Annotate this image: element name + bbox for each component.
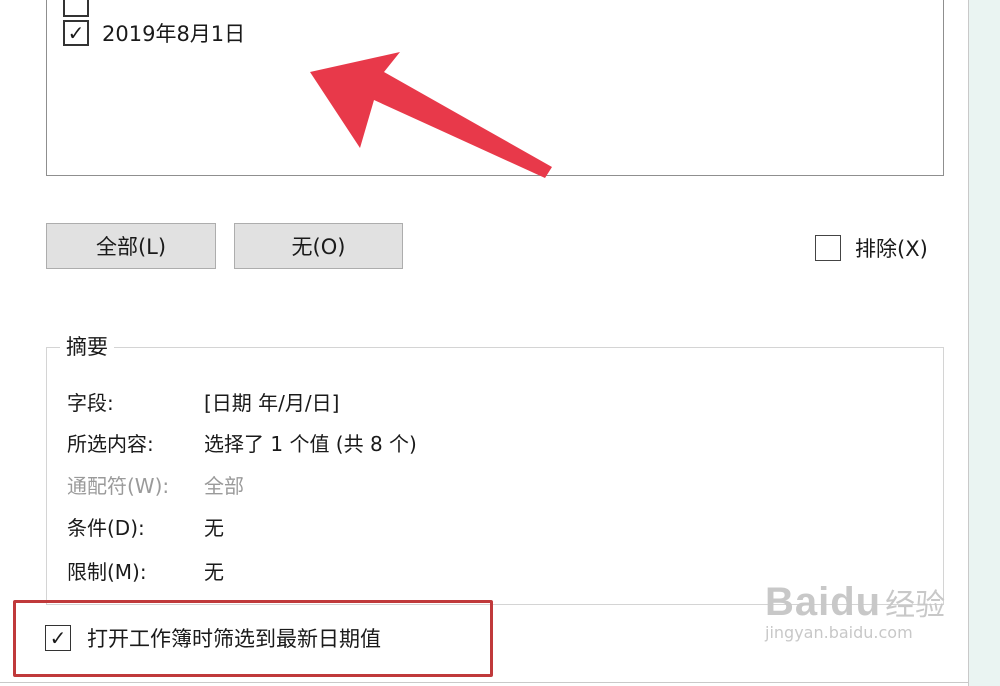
background-strip — [969, 0, 1000, 686]
summary-title: 摘要 — [60, 331, 114, 361]
condition-value: 无 — [204, 516, 224, 540]
exclude-checkbox[interactable]: 排除(X) — [815, 233, 928, 263]
baidu-logo: Baidu — [765, 580, 882, 624]
selected-label: 所选内容: — [67, 432, 154, 456]
checkbox[interactable] — [815, 235, 841, 261]
checkbox[interactable] — [63, 0, 89, 17]
highlight-box — [13, 600, 493, 677]
watermark-url: jingyan.baidu.com — [765, 623, 913, 642]
field-value: [日期 年/月/日] — [204, 391, 340, 415]
watermark-suffix: 经验 — [885, 588, 946, 623]
field-label: 字段: — [67, 391, 114, 415]
check-icon: ✓ — [67, 21, 85, 45]
selected-value: 选择了 1 个值 (共 8 个) — [204, 432, 417, 456]
baidu-watermark: Baidu 经验 jingyan.baidu.com — [765, 580, 945, 642]
dialog-bottom-border — [0, 682, 969, 683]
select-none-button[interactable]: 无(O) — [234, 223, 403, 269]
limit-value: 无 — [204, 560, 224, 584]
filter-dialog: ✓ 2019年8月1日 全部(L) 无(O) 排除(X) 摘要 字段: [日期 … — [0, 0, 1000, 686]
dialog-right-border — [968, 0, 969, 686]
select-all-button[interactable]: 全部(L) — [46, 223, 216, 269]
wildcard-value: 全部 — [204, 474, 244, 498]
list-item[interactable]: ✓ 2019年8月1日 — [63, 16, 245, 50]
limit-label: 限制(M): — [67, 560, 147, 584]
annotation-arrow-icon — [310, 52, 552, 178]
condition-label: 条件(D): — [67, 516, 145, 540]
exclude-label: 排除(X) — [855, 237, 928, 261]
wildcard-label: 通配符(W): — [67, 474, 170, 498]
list-item-label: 2019年8月1日 — [102, 22, 246, 46]
checkbox[interactable]: ✓ — [63, 20, 89, 46]
summary-group — [46, 347, 944, 605]
